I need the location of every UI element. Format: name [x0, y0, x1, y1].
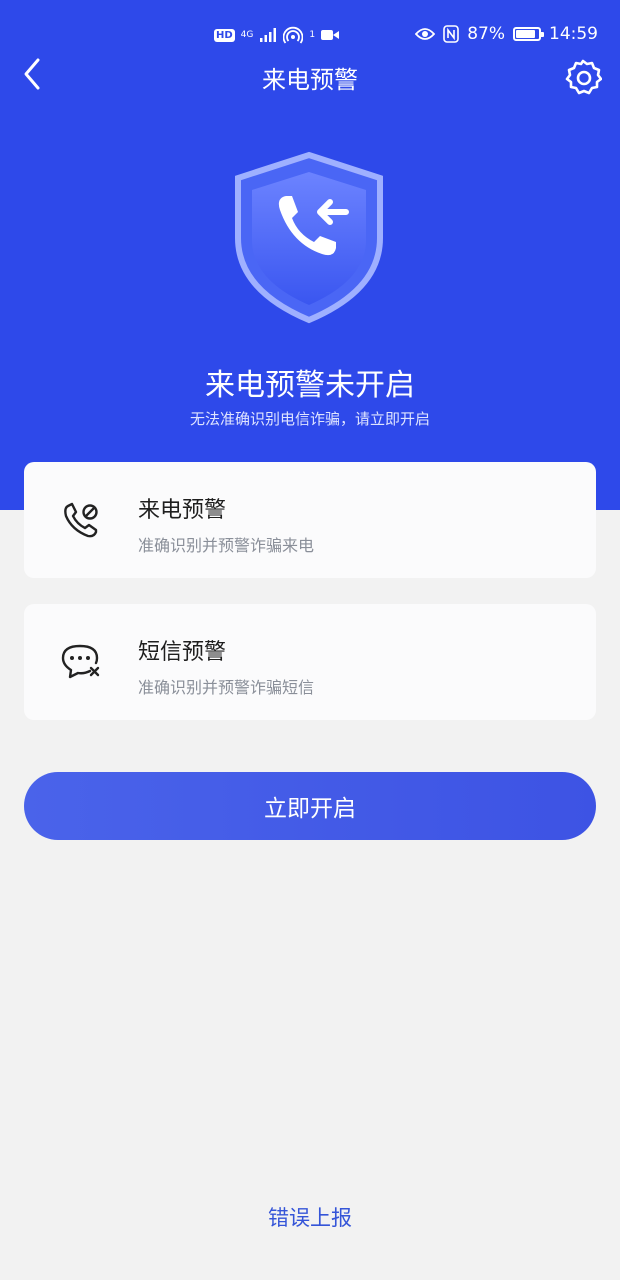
shield-phone-icon — [235, 151, 383, 324]
message-block-icon — [61, 644, 100, 679]
status-left: HD 4G 1 — [214, 26, 340, 44]
nfc-icon — [443, 25, 460, 43]
hotspot-count: 1 — [309, 29, 316, 40]
feature-card-call-alert[interactable]: 来电预警 准确识别并预警诈骗来电 — [24, 462, 596, 578]
hero-title: 来电预警未开启 — [205, 368, 415, 403]
network-type: 4G — [240, 29, 254, 40]
battery-percent: 87% — [467, 24, 505, 44]
feature-subtitle: 准确识别并预警诈骗短信 — [138, 678, 315, 697]
hd-badge: HD — [214, 28, 235, 42]
phone-block-icon — [64, 502, 98, 538]
signal-icon — [260, 28, 277, 42]
app-header: 来电预警 — [0, 50, 620, 102]
page-title: 来电预警 — [262, 66, 358, 94]
video-camera-icon — [321, 30, 340, 40]
feature-title: 短信预警 — [138, 640, 227, 665]
feature-subtitle: 准确识别并预警诈骗来电 — [138, 536, 315, 555]
feature-card-sms-alert[interactable]: 短信预警 准确识别并预警诈骗短信 — [24, 604, 596, 720]
error-report-link[interactable]: 错误上报 — [0, 1202, 620, 1232]
enable-now-button[interactable]: 立即开启 — [24, 772, 596, 840]
battery-icon — [513, 27, 544, 41]
status-right: 87% 14:59 — [415, 24, 598, 44]
clock: 14:59 — [549, 24, 598, 44]
gear-icon[interactable] — [564, 58, 602, 96]
eye-icon — [415, 28, 436, 40]
hero-subtitle: 无法准确识别电信诈骗，请立即开启 — [189, 410, 430, 428]
hotspot-icon — [283, 26, 304, 44]
feature-title: 来电预警 — [138, 498, 227, 523]
